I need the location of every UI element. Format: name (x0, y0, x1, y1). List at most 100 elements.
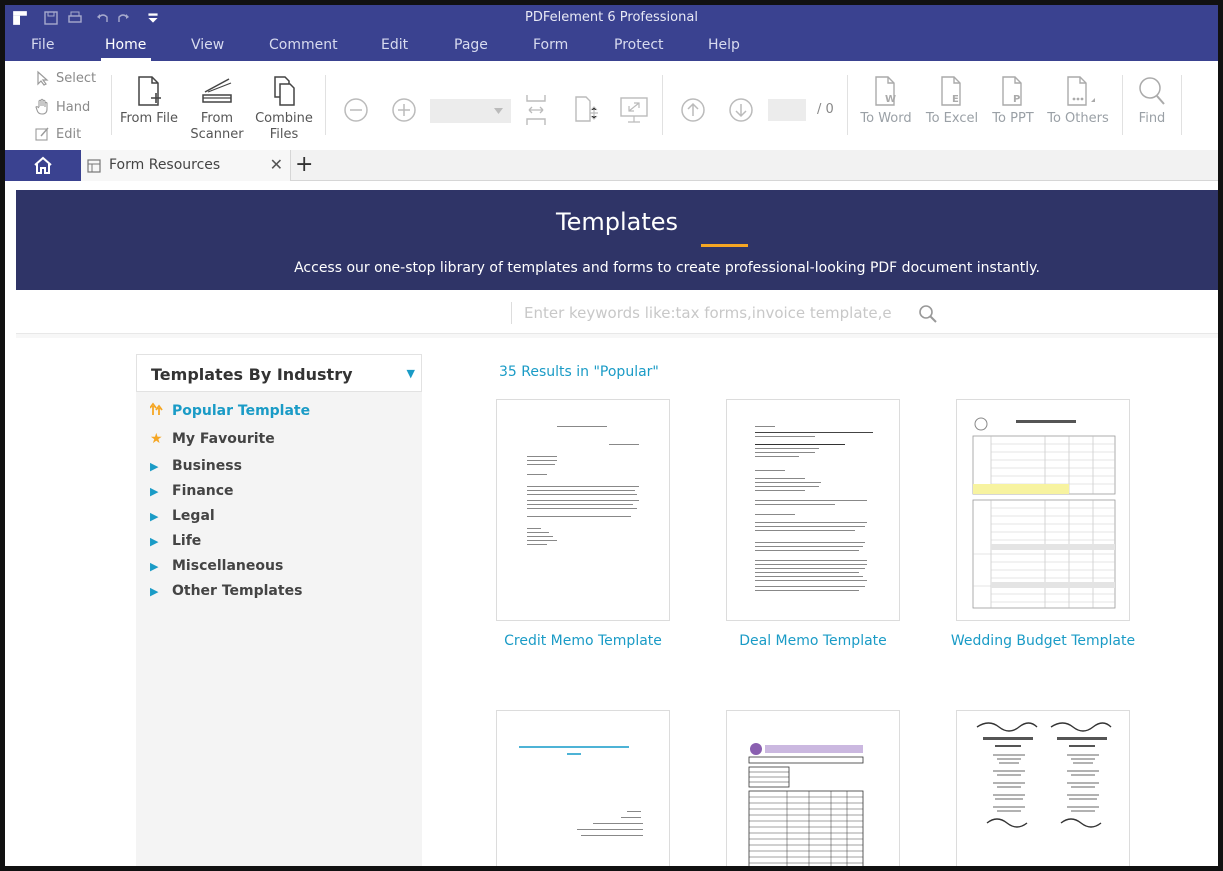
title-bar: PDFelement 6 Professional (5, 5, 1218, 31)
sidebar-item-my-favourite[interactable]: ★ My Favourite (150, 431, 275, 447)
thumb-line (755, 514, 795, 515)
banner-subtitle: Access our one-stop library of templates… (294, 260, 1040, 276)
svg-text:P: P (1013, 94, 1020, 105)
template-card-contractor-agreement[interactable] (496, 710, 670, 866)
edit-tool-button[interactable]: Edit (34, 126, 81, 142)
thumb-line (755, 522, 867, 523)
home-tab[interactable] (5, 150, 81, 181)
template-label-credit-memo[interactable]: Credit Memo Template (483, 632, 683, 651)
thumb-line (755, 568, 865, 569)
other-formats-icon (1067, 76, 1095, 106)
menu-page[interactable]: Page (454, 37, 488, 53)
from-scanner-button[interactable]: From Scanner (187, 75, 247, 143)
wedding-budget-thumbnail (972, 417, 1116, 609)
template-card-credit-memo[interactable] (496, 399, 670, 621)
sidebar-item-label: Life (172, 533, 202, 549)
thumb-line (527, 490, 635, 491)
template-label-wedding-budget[interactable]: Wedding Budget Template (943, 632, 1143, 651)
page-total: / 0 (817, 102, 834, 117)
menu-form[interactable]: Form (533, 37, 568, 53)
sidebar-item-life[interactable]: ▶ Life (150, 533, 201, 549)
window-title: PDFelement 6 Professional (525, 10, 698, 25)
caret-right-icon: ▶ (150, 584, 159, 598)
thumb-line (755, 478, 805, 479)
page-number-input[interactable] (768, 99, 806, 121)
sidebar-item-label: My Favourite (172, 431, 275, 447)
sidebar-item-business[interactable]: ▶ Business (150, 458, 242, 474)
thumb-line (755, 542, 865, 543)
to-ppt-button[interactable]: P To PPT (987, 75, 1039, 127)
fit-width-icon[interactable] (523, 93, 549, 127)
thumb-line (527, 536, 553, 537)
menu-file[interactable]: File (31, 37, 54, 53)
previous-page-icon[interactable] (680, 97, 706, 123)
sidebar-item-label: Business (172, 458, 242, 474)
hand-tool-button[interactable]: Hand (34, 98, 90, 116)
template-card-wedding-budget[interactable] (956, 399, 1130, 621)
sidebar-item-other-templates[interactable]: ▶ Other Templates (150, 583, 302, 599)
thumb-line (527, 494, 637, 495)
close-tab-icon[interactable]: ✕ (270, 155, 283, 174)
sidebar-item-miscellaneous[interactable]: ▶ Miscellaneous (150, 558, 283, 574)
app-window: PDFelement 6 Professional File Home View… (5, 5, 1218, 866)
thumb-line (593, 823, 643, 824)
menu-protect[interactable]: Protect (614, 37, 664, 53)
find-button[interactable]: Find (1132, 75, 1172, 127)
template-card-deal-memo[interactable] (726, 399, 900, 621)
to-excel-label: To Excel (925, 111, 979, 126)
thumb-line (755, 452, 815, 453)
svg-text:W: W (885, 94, 896, 105)
next-page-icon[interactable] (728, 97, 754, 123)
sidebar-item-legal[interactable]: ▶ Legal (150, 508, 215, 524)
menu-edit[interactable]: Edit (381, 37, 408, 53)
menu-help[interactable]: Help (708, 37, 740, 53)
caret-right-icon: ▶ (150, 484, 159, 498)
template-card-family-budget[interactable] (726, 710, 900, 866)
thumb-line (755, 580, 867, 581)
search-icon[interactable] (918, 304, 938, 324)
menu-view[interactable]: View (191, 37, 224, 53)
tab-label: Form Resources (109, 157, 221, 173)
ppt-file-icon: P (1002, 76, 1022, 106)
template-label-deal-memo[interactable]: Deal Memo Template (713, 632, 913, 651)
template-search-input[interactable] (524, 300, 894, 326)
fit-page-icon[interactable] (572, 93, 600, 127)
select-tool-button[interactable]: Select (34, 70, 96, 86)
star-icon: ★ (150, 431, 163, 447)
combine-files-label-line1: Combine (255, 111, 313, 126)
sidebar-item-label: Legal (172, 508, 215, 524)
thumb-line (755, 436, 815, 437)
thumb-line (755, 572, 859, 573)
to-word-button[interactable]: W To Word (857, 75, 915, 127)
from-file-button[interactable]: From File (119, 75, 179, 127)
industry-dropdown[interactable]: Templates By Industry ▼ (136, 354, 422, 392)
template-card-wedding-menu[interactable] (956, 710, 1130, 866)
thumb-line (581, 835, 643, 836)
combine-files-button[interactable]: Combine Files (253, 75, 315, 143)
caret-right-icon: ▶ (150, 534, 159, 548)
thumb-line (621, 817, 641, 818)
thumb-line (527, 540, 557, 541)
zoom-level-select[interactable] (430, 99, 511, 123)
to-excel-button[interactable]: E To Excel (923, 75, 981, 127)
document-tab-bar: Form Resources ✕ + (5, 150, 1218, 181)
menu-home[interactable]: Home (105, 37, 146, 53)
to-others-label: To Others (1047, 111, 1109, 126)
thumb-line (755, 456, 799, 457)
menu-comment[interactable]: Comment (269, 37, 338, 53)
to-others-button[interactable]: To Others (1045, 75, 1111, 127)
new-file-icon (138, 76, 161, 106)
full-screen-icon[interactable] (619, 95, 649, 125)
zoom-out-icon[interactable] (343, 97, 369, 123)
thumb-line (755, 550, 859, 551)
tab-form-resources[interactable]: Form Resources ✕ (81, 150, 291, 181)
add-tab-icon[interactable]: + (295, 152, 313, 177)
thumb-line (755, 526, 865, 527)
to-ppt-label: To PPT (992, 111, 1034, 126)
zoom-in-icon[interactable] (391, 97, 417, 123)
sidebar-item-finance[interactable]: ▶ Finance (150, 483, 234, 499)
from-file-label: From File (119, 111, 179, 126)
excel-file-icon: E (941, 76, 961, 106)
sidebar-item-popular-template[interactable]: Popular Template (149, 402, 310, 419)
from-scanner-label-line1: From (200, 111, 234, 126)
